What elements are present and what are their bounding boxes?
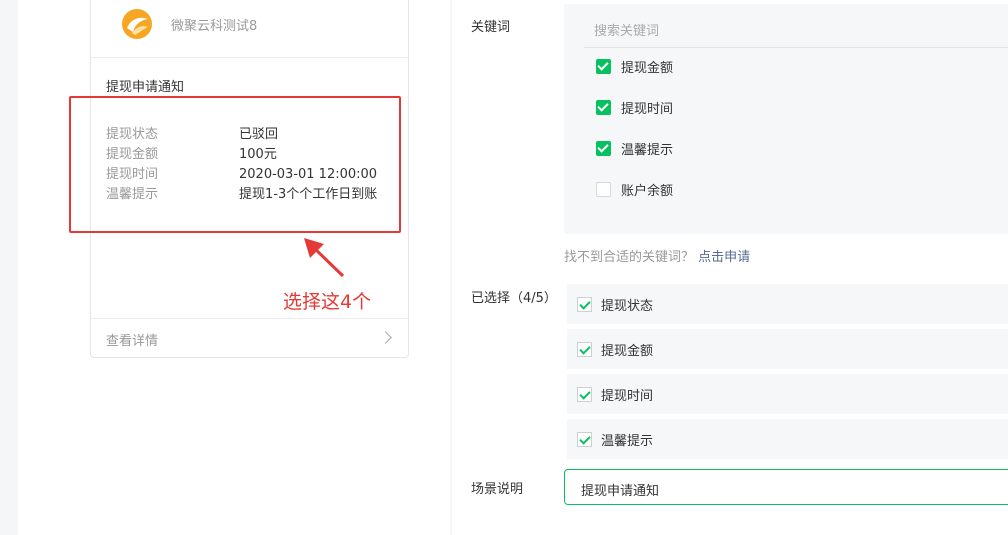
selected-item-label: 温馨提示	[601, 433, 654, 449]
scene-description-input[interactable]: 提现申请通知	[564, 469, 1008, 505]
keyword-label: 提现时间	[621, 101, 674, 117]
selected-item-label: 提现金额	[601, 343, 654, 359]
checkbox-checked-icon[interactable]	[596, 99, 611, 115]
view-details-label: 查看详情	[106, 334, 159, 349]
search-placeholder: 搜索关键词	[594, 24, 660, 39]
selected-item[interactable]: 温馨提示	[567, 419, 1008, 459]
keyword-label: 温馨提示	[621, 142, 674, 158]
settings-form: 关键词 搜索关键词 提现金额 提现时间 温馨提示 账户余额 找不到合适的关键词？…	[452, 0, 1008, 535]
keyword-option[interactable]: 温馨提示	[596, 138, 673, 158]
keywords-label: 关键词	[471, 20, 511, 35]
checkbox-checked-icon[interactable]	[577, 431, 592, 447]
keyword-label: 账户余额	[621, 183, 674, 199]
selected-label: 已选择（4/5）	[471, 291, 557, 306]
selected-item-label: 提现时间	[601, 388, 654, 404]
annotation-highlight-box	[69, 96, 401, 233]
annotation-arrow-icon	[304, 238, 345, 278]
selected-item[interactable]: 提现状态	[567, 284, 1008, 324]
account-name: 微聚云科测试8	[171, 19, 258, 34]
checkbox-checked-icon[interactable]	[577, 386, 592, 402]
checkbox-unchecked-icon[interactable]	[596, 181, 611, 197]
hint-text: 找不到合适的关键词？	[564, 250, 695, 265]
checkbox-checked-icon[interactable]	[577, 341, 592, 357]
view-details-link[interactable]: 查看详情	[91, 318, 408, 357]
keyword-search-input[interactable]: 搜索关键词	[584, 4, 1008, 48]
card-header: 微聚云科测试8	[91, 0, 408, 58]
annotation-text: 选择这4个	[283, 291, 372, 313]
keyword-option[interactable]: 账户余额	[596, 179, 673, 199]
checkbox-checked-icon[interactable]	[596, 140, 611, 156]
apply-keyword-link[interactable]: 点击申请	[698, 250, 750, 265]
keyword-option[interactable]: 提现时间	[596, 97, 673, 117]
keyword-label: 提现金额	[621, 60, 674, 76]
card-title: 提现申请通知	[106, 80, 185, 95]
scene-label: 场景说明	[471, 482, 524, 497]
keyword-hint: 找不到合适的关键词？ 点击申请	[564, 246, 750, 265]
selected-item-label: 提现状态	[601, 298, 654, 314]
account-logo-icon	[122, 9, 152, 39]
preview-panel: 微聚云科测试8 提现申请通知 提现状态 已驳回 提现金额 100元 提现时间 2…	[18, 0, 450, 535]
chevron-right-icon	[379, 331, 392, 344]
keyword-option[interactable]: 提现金额	[596, 56, 673, 76]
checkbox-checked-icon[interactable]	[596, 58, 611, 74]
selected-item[interactable]: 提现金额	[567, 329, 1008, 369]
scene-input-value: 提现申请通知	[581, 484, 660, 499]
selected-item[interactable]: 提现时间	[567, 374, 1008, 414]
keyword-picker: 搜索关键词 提现金额 提现时间 温馨提示 账户余额	[564, 4, 1008, 234]
checkbox-checked-icon[interactable]	[577, 296, 592, 312]
